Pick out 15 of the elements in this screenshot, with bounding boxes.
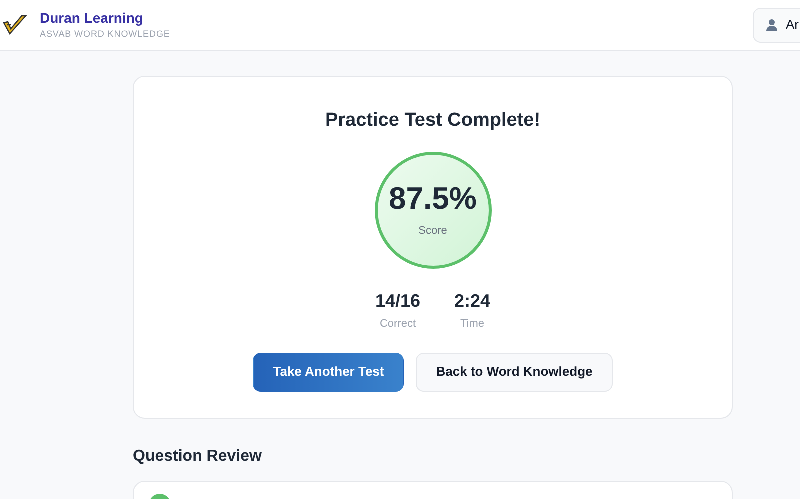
brand-subtitle: ASVAB WORD KNOWLEDGE	[40, 28, 170, 41]
back-button[interactable]: Back to Word Knowledge	[416, 352, 613, 392]
stat-value: 14/16	[375, 290, 420, 312]
checkmark-logo-icon	[3, 14, 27, 36]
stat-label: Correct	[380, 317, 416, 332]
section-title: Question Review	[133, 447, 263, 467]
user-button[interactable]: Ar	[753, 8, 800, 42]
user-icon	[766, 19, 778, 31]
stat-label: Time	[460, 317, 485, 332]
take-test-button[interactable]: Take Another Test	[253, 352, 404, 392]
score-label: Score	[418, 224, 448, 240]
score-value: 87.5%	[389, 181, 477, 218]
stat-value: 2:24	[454, 290, 491, 312]
brand-name: Duran Learning	[40, 9, 144, 27]
results-title: Practice Test Complete!	[325, 109, 541, 133]
